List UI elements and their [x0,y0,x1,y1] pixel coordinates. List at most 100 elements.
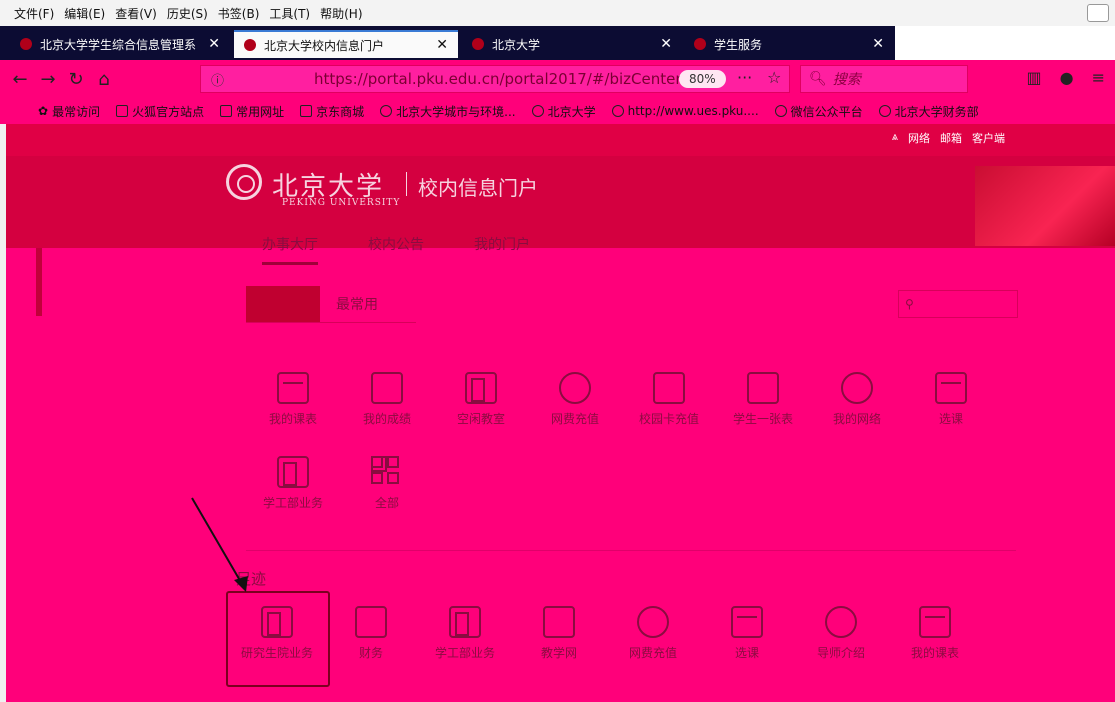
footprint-course-select[interactable]: 选课 [700,606,794,676]
bookmark-most-visited[interactable]: ✿ 最常访问 [38,103,100,120]
close-icon[interactable]: ✕ [864,36,884,52]
yuan-icon [559,372,591,404]
footprint-grid: 研究生院业务 财务 学工部业务 教学网 网费充值 选课 导师介绍 我的课表 [230,606,982,676]
bookmark-jd[interactable]: 京东商城 [300,103,364,120]
reload-icon[interactable]: ↻ [62,65,90,93]
tab-pku[interactable]: 北京大学 ✕ [462,30,682,58]
pku-favicon-icon [244,39,256,51]
bookmark-label: 常用网址 [236,104,285,119]
search-input[interactable]: 🔍︎ 搜索 [800,65,968,93]
bookmark-firefox[interactable]: 火狐官方站点 [116,103,204,120]
app-student-form[interactable]: 学生一张表 [716,372,810,442]
tab-announcements[interactable]: 校内公告 [368,234,424,265]
library-icon[interactable]: ▥ [1027,68,1042,87]
page-actions-icon[interactable]: ··· [737,68,752,87]
app-card-recharge[interactable]: 校园卡充值 [622,372,716,442]
search-placeholder: 搜索 [832,72,861,88]
app-label: 选课 [734,646,759,660]
app-my-grades[interactable]: 我的成绩 [340,372,434,442]
banner: 北京大学 PEKING UNIVERSITY 校内信息门户 [6,156,1115,248]
subtab-most-used[interactable]: 最常用 [320,286,394,322]
menu-bookmarks[interactable]: 书签(B) [218,5,260,22]
bookmark-star-icon[interactable]: ☆ [767,68,781,87]
app-course-select[interactable]: 选课 [904,372,998,442]
bookmark-wechat[interactable]: 微信公众平台 [774,103,863,120]
footprint-finance[interactable]: 财务 [324,606,418,676]
app-net-recharge[interactable]: 网费充值 [528,372,622,442]
app-label: 财务 [358,646,383,660]
person-icon [825,606,857,638]
bookmark-finance[interactable]: 北京大学财务部 [878,103,979,120]
id-card-icon [747,372,779,404]
tab-label: 北京大学校内信息门户 [264,38,385,53]
tab-service-hall[interactable]: 办事大厅 [262,234,318,265]
zoom-level-badge[interactable]: 80% [679,70,726,88]
building-icon [465,372,497,404]
menu-bar: 文件(F) 编辑(E) 查看(V) 历史(S) 书签(B) 工具(T) 帮助(H… [0,0,1115,26]
tab-student-system[interactable]: 北京大学学生综合信息管理系 ✕ [10,30,230,58]
window-minimize-button[interactable] [1087,4,1109,22]
portal-title: 校内信息门户 [418,176,538,200]
bookmark-label: 北京大学 [547,104,596,119]
page-content: ⩓ 网络 邮箱 客户端 北京大学 PEKING UNIVERSITY 校内信息门… [6,124,1115,702]
calendar-cursor-icon [935,372,967,404]
app-all[interactable]: 全部 [340,456,434,526]
calendar-icon [277,372,309,404]
globe-icon [380,105,393,117]
app-label: 我的成绩 [362,412,411,426]
annotation-highlight-box [226,591,330,687]
close-icon[interactable]: ✕ [428,37,448,53]
bookmark-common[interactable]: 常用网址 [220,103,284,120]
forward-icon[interactable]: → [34,65,62,93]
footprint-student-affairs[interactable]: 学工部业务 [418,606,512,676]
bookmarks-bar: ✿ 最常访问 火狐官方站点 常用网址 京东商城 北京大学城市与环境... 北京大学… [0,98,1115,124]
tab-student-service[interactable]: 学生服务 ✕ [684,30,894,58]
footprint-advisor-intro[interactable]: 导师介绍 [794,606,888,676]
subtab-active[interactable] [246,286,320,322]
tabbar-empty-area [895,26,1115,60]
app-my-schedule[interactable]: 我的课表 [246,372,340,442]
pku-icon [531,105,544,117]
top-link-network[interactable]: 网络 [908,130,930,146]
info-icon[interactable]: ⓘ [211,70,224,89]
menu-tools[interactable]: 工具(T) [269,5,310,22]
chat-icon[interactable]: ● [1060,68,1074,87]
menu-edit[interactable]: 编辑(E) [64,5,105,22]
app-label: 空闲教室 [456,412,505,426]
section-divider [246,550,1016,551]
footprint-net-recharge[interactable]: 网费充值 [606,606,700,676]
menu-file[interactable]: 文件(F) [14,5,54,22]
bookmark-label: 京东商城 [316,104,365,119]
app-label: 我的网络 [832,412,881,426]
url-bar[interactable]: ⓘ https://portal.pku.edu.cn/portal2017/#… [200,65,790,93]
home-icon[interactable]: ⌂ [90,65,118,93]
page-search-input[interactable]: ⚲ [898,290,1018,318]
app-label: 校园卡充值 [638,412,699,426]
bookmark-ues[interactable]: http://www.ues.pku.... [611,104,759,118]
globe-icon [878,105,891,117]
close-icon[interactable]: ✕ [200,36,220,52]
tab-my-portal[interactable]: 我的门户 [474,234,530,265]
menu-history[interactable]: 历史(S) [167,5,208,22]
grid-icon [371,456,403,488]
pku-favicon-icon [20,38,32,50]
footprint-my-schedule[interactable]: 我的课表 [888,606,982,676]
menu-view[interactable]: 查看(V) [115,5,157,22]
bookmark-pku[interactable]: 北京大学 [531,103,596,120]
top-link-client[interactable]: 客户端 [972,130,1005,146]
menu-help[interactable]: 帮助(H) [320,5,362,22]
close-icon[interactable]: ✕ [652,36,672,52]
menu-icon[interactable]: ≡ [1092,68,1105,87]
bookmark-label: 微信公众平台 [790,104,863,119]
tab-portal[interactable]: 北京大学校内信息门户 ✕ [234,30,458,58]
app-label: 我的课表 [268,412,317,426]
building-icon [277,456,309,488]
footprint-teaching-net[interactable]: 教学网 [512,606,606,676]
app-my-network[interactable]: 我的网络 [810,372,904,442]
bookmark-label: 北京大学财务部 [894,104,979,119]
back-icon[interactable]: ← [6,65,34,93]
bookmark-urban[interactable]: 北京大学城市与环境... [380,103,516,120]
app-free-classroom[interactable]: 空闲教室 [434,372,528,442]
app-student-affairs[interactable]: 学工部业务 [246,456,340,526]
top-link-mail[interactable]: 邮箱 [940,130,962,146]
